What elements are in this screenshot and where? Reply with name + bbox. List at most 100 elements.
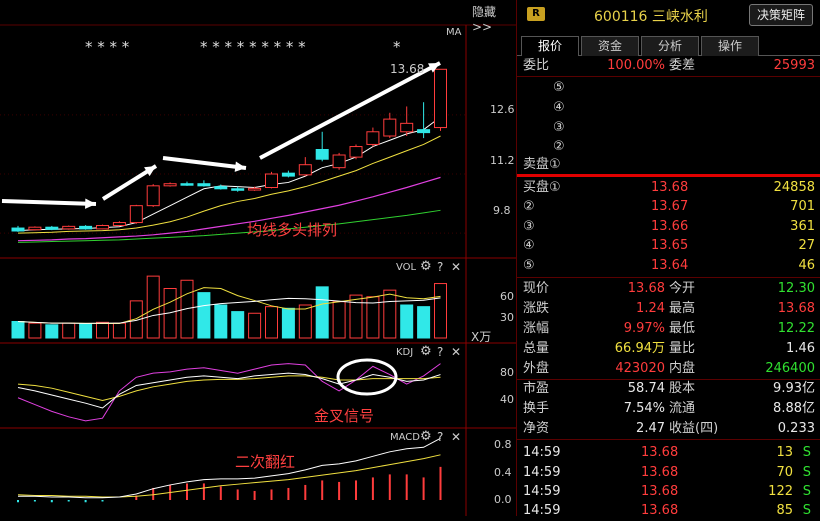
tick-volume: 70 (776, 465, 793, 480)
candle-body (400, 122, 414, 133)
macd-tick-3: 0.0 (494, 493, 512, 506)
buy-price: 13.67 (651, 199, 689, 214)
limit-up-marks-1: * * * * (85, 38, 130, 56)
trend-arrow (1, 199, 97, 206)
volume-bar (197, 292, 211, 339)
kdj-d-line (17, 375, 441, 401)
macd-dea-line (17, 454, 441, 498)
tick-side: S (802, 445, 811, 460)
buy-row[interactable]: ② 13.67 701 (517, 196, 820, 217)
tab-funds[interactable]: 资金 (581, 36, 639, 56)
buy-volume: 24858 (773, 180, 815, 195)
fundamental-label: 净资 (523, 421, 550, 436)
stat-row: 涨幅 9.97% 最低 12.22 (517, 318, 820, 339)
stat-label: 外盘 (523, 361, 550, 376)
kline-chart-area[interactable]: 隐藏>> MA * * * * * * * * * * * * * * 13.6… (0, 0, 516, 516)
vol-gear-icon[interactable]: ⚙ (420, 259, 432, 274)
stat-label: 涨跌 (523, 301, 550, 316)
tick-row: 14:59 13.68 122 S (517, 481, 820, 502)
macd-help-icon[interactable]: ? (437, 430, 443, 444)
volume-bar (214, 304, 228, 339)
volume-bar (298, 304, 312, 339)
candle-body (129, 205, 143, 224)
stock-title: 600116 三峡水利 (594, 6, 708, 26)
candle-body (79, 225, 93, 230)
stat-label: 内盘 (669, 361, 696, 376)
tick-price: 13.68 (641, 484, 679, 499)
hide-panel-button[interactable]: 隐藏>> (472, 3, 516, 34)
ma-label: MA (446, 27, 462, 38)
volume-bar (315, 286, 329, 339)
tick-row: 14:59 13.68 85 S (517, 500, 820, 521)
kdj-tick-1: 80 (500, 366, 514, 379)
stat-label: 今开 (669, 281, 696, 296)
stat-row: 涨跌 1.24 最高 13.68 (517, 298, 820, 319)
candle-body (366, 131, 380, 145)
quote-panel: R 600116 三峡水利 决策矩阵 报价 资金 分析 操作 委比 100.00… (516, 0, 820, 518)
trend-arrow (259, 61, 441, 160)
tab-quote[interactable]: 报价 (521, 36, 579, 56)
buy-row[interactable]: ④ 13.65 27 (517, 235, 820, 256)
macd-dif-line (18, 437, 441, 499)
tick-side: S (802, 503, 811, 518)
tab-analysis[interactable]: 分析 (641, 36, 699, 56)
buy-volume: 701 (790, 199, 815, 214)
vol-unit-label: X万 (471, 330, 492, 344)
stat-label: 涨幅 (523, 321, 550, 336)
ma10-line (17, 135, 441, 234)
stat-value: 9.97% (623, 321, 665, 336)
macd-close-icon[interactable]: ✕ (451, 430, 461, 444)
sell-level-label: ⑤ (553, 80, 565, 95)
fundamental-label: 换手 (523, 401, 550, 416)
tick-side: S (802, 484, 811, 499)
stat-label: 最高 (669, 301, 696, 316)
kdj-help-icon[interactable]: ? (437, 345, 443, 359)
vol-close-icon[interactable]: ✕ (451, 260, 461, 274)
kdj-panel-title: KDJ (396, 347, 414, 358)
fundamental-label: 股本 (669, 381, 696, 396)
candle-body (11, 227, 25, 232)
candle-body (45, 226, 59, 230)
buy-row[interactable]: 买盘① 13.68 24858 (517, 177, 820, 198)
buy-row[interactable]: ③ 13.66 361 (517, 216, 820, 237)
tick-side: S (802, 465, 811, 480)
buy-level-label: ③ (523, 219, 535, 234)
tick-row: 14:59 13.68 70 S (517, 462, 820, 483)
stat-value: 13.68 (777, 301, 815, 316)
tick-volume: 13 (776, 445, 793, 460)
tick-time: 14:59 (523, 445, 561, 460)
trend-arrow (162, 156, 247, 170)
macd-tick-1: 0.8 (494, 438, 512, 451)
limit-up-marks-2: * * * * * * * * * (200, 38, 306, 56)
volume-bar (248, 312, 262, 339)
tick-time: 14:59 (523, 484, 561, 499)
decision-matrix-button[interactable]: 决策矩阵 (749, 4, 813, 26)
candle-body (434, 68, 447, 129)
vol-panel-title: VOL (396, 262, 417, 273)
vol-help-icon[interactable]: ? (437, 260, 443, 274)
candle-body (163, 183, 177, 187)
stat-value: 423020 (615, 361, 665, 376)
tick-price: 13.68 (641, 465, 679, 480)
volume-bar (265, 306, 278, 339)
candle-body (112, 222, 126, 227)
buy-price: 13.65 (651, 238, 689, 253)
ma-annotation: 均线多头排列 (247, 221, 338, 239)
volume-bar (11, 321, 25, 339)
buy-volume: 46 (798, 258, 815, 273)
vol-tick-1: 60 (500, 290, 514, 303)
tab-operation[interactable]: 操作 (701, 36, 759, 56)
buy-row[interactable]: ⑤ 13.64 46 (517, 255, 820, 276)
macd-annotation: 二次翻红 (235, 453, 296, 471)
volume-bar (45, 324, 59, 339)
fundamental-label: 收益(四) (669, 421, 719, 436)
candle-body (349, 146, 363, 158)
macd-gear-icon[interactable]: ⚙ (420, 429, 432, 444)
kdj-gear-icon[interactable]: ⚙ (420, 344, 432, 359)
kdj-close-icon[interactable]: ✕ (451, 345, 461, 359)
buy-level-label: ② (523, 199, 535, 214)
candle-body (248, 187, 262, 191)
candle-body (214, 186, 228, 190)
buy-level-label: ⑤ (523, 258, 535, 273)
volume-bar (28, 322, 42, 339)
